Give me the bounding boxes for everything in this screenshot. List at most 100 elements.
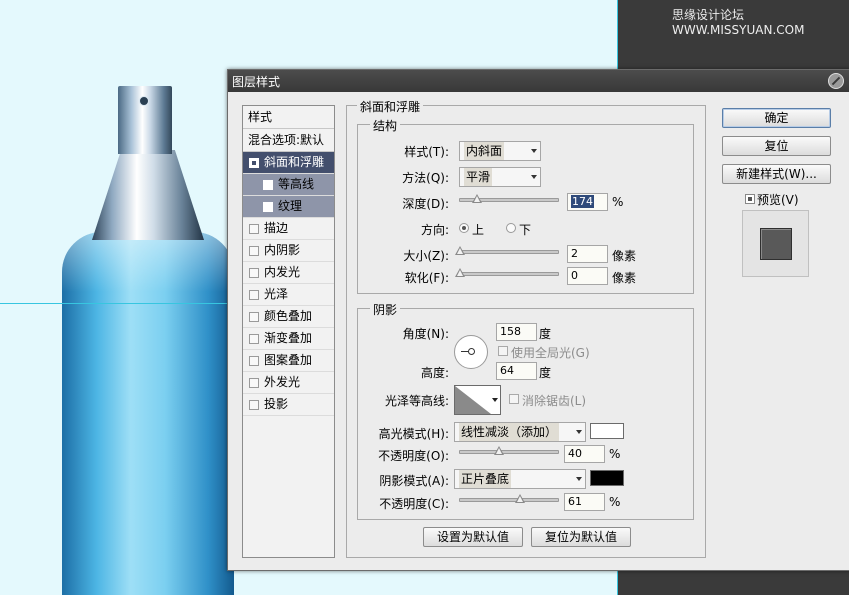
shadow-opacity-input[interactable]: 61 — [564, 493, 605, 511]
style-item-label: 投影 — [264, 397, 289, 411]
highlight-mode-dropdown[interactable]: 线性减淡（添加） — [454, 422, 586, 442]
soften-label: 软化(F): — [404, 271, 449, 285]
checkbox-icon[interactable] — [249, 312, 259, 322]
direction-label: 方向: — [420, 223, 449, 237]
anti-aliased-checkbox[interactable] — [509, 394, 519, 404]
degree-unit: 度 — [539, 327, 552, 341]
shading-group: 阴影 角度(N): 158 度 使用全局光(G) 高度: 64 度 光泽等高线:… — [357, 301, 694, 520]
checkbox-icon[interactable] — [249, 268, 259, 278]
checkbox-icon[interactable] — [249, 400, 259, 410]
depth-slider[interactable] — [459, 194, 559, 203]
gloss-contour-picker[interactable] — [454, 385, 492, 415]
checkbox-icon[interactable] — [249, 378, 259, 388]
global-light-checkbox[interactable] — [498, 346, 508, 356]
style-item-contour[interactable]: 等高线 — [243, 174, 334, 196]
new-style-button[interactable]: 新建样式(W)... — [722, 164, 831, 184]
style-item-label: 光泽 — [264, 287, 289, 301]
percent-unit: % — [609, 447, 621, 461]
checkbox-icon[interactable] — [249, 356, 259, 366]
slider-knob[interactable] — [455, 268, 465, 277]
style-item-gradient-overlay[interactable]: 渐变叠加 — [243, 328, 334, 350]
chevron-down-icon — [576, 477, 582, 481]
chevron-down-icon — [576, 430, 582, 434]
checkbox-icon[interactable] — [249, 334, 259, 344]
shading-title: 阴影 — [370, 301, 401, 318]
soften-input[interactable]: 0 — [567, 267, 608, 285]
direction-down-radio[interactable] — [506, 223, 516, 233]
style-item-bevel-emboss[interactable]: 斜面和浮雕 — [243, 152, 334, 174]
close-icon[interactable] — [828, 73, 844, 89]
styles-header[interactable]: 样式 — [243, 106, 334, 129]
slider-knob[interactable] — [455, 246, 465, 255]
degree-unit: 度 — [539, 366, 552, 380]
pixels-unit: 像素 — [612, 249, 637, 263]
style-label: 样式(T): — [404, 145, 449, 159]
style-item-label: 内阴影 — [264, 243, 301, 257]
style-item-stroke[interactable]: 描边 — [243, 218, 334, 240]
dialog-titlebar[interactable]: 图层样式 — [228, 70, 849, 92]
angle-label: 角度(N): — [402, 327, 449, 341]
style-item-inner-glow[interactable]: 内发光 — [243, 262, 334, 284]
size-slider[interactable] — [455, 246, 559, 255]
altitude-label: 高度: — [420, 366, 449, 380]
percent-unit: % — [612, 195, 624, 209]
style-item-satin[interactable]: 光泽 — [243, 284, 334, 306]
highlight-opacity-input[interactable]: 40 — [564, 445, 605, 463]
shadow-opacity-label: 不透明度(C): — [379, 497, 449, 511]
checkbox-icon[interactable] — [263, 202, 273, 212]
depth-input[interactable]: 174 — [567, 193, 608, 211]
slider-knob[interactable] — [471, 194, 482, 203]
style-item-label: 描边 — [264, 221, 289, 235]
style-dropdown[interactable]: 内斜面 — [459, 141, 541, 161]
checkbox-icon[interactable] — [249, 224, 259, 234]
size-input[interactable]: 2 — [567, 245, 608, 263]
shadow-color-swatch[interactable] — [590, 470, 624, 486]
style-item-label: 颜色叠加 — [264, 309, 313, 323]
slider-knob[interactable] — [494, 446, 505, 455]
size-label: 大小(Z): — [403, 249, 449, 263]
soften-slider[interactable] — [455, 268, 559, 277]
shadow-opacity-slider[interactable] — [459, 494, 559, 503]
checkbox-icon[interactable] — [249, 158, 259, 168]
angle-dot — [468, 348, 475, 355]
highlight-opacity-slider[interactable] — [459, 446, 559, 455]
blend-options-item[interactable]: 混合选项:默认 — [243, 129, 334, 152]
pixels-unit: 像素 — [612, 271, 637, 285]
slider-knob[interactable] — [514, 494, 525, 503]
make-default-button[interactable]: 设置为默认值 — [423, 527, 523, 547]
style-item-pattern-overlay[interactable]: 图案叠加 — [243, 350, 334, 372]
checkbox-icon[interactable] — [249, 290, 259, 300]
style-item-label: 渐变叠加 — [264, 331, 313, 345]
style-item-drop-shadow[interactable]: 投影 — [243, 394, 334, 416]
altitude-input[interactable]: 64 — [496, 362, 537, 380]
watermark: 思缘设计论坛 WWW.MISSYUAN.COM — [672, 8, 805, 37]
angle-input[interactable]: 158 — [496, 323, 537, 341]
style-item-label: 等高线 — [278, 177, 315, 191]
preview-checkbox[interactable] — [745, 194, 755, 204]
style-item-color-overlay[interactable]: 颜色叠加 — [243, 306, 334, 328]
highlight-color-swatch[interactable] — [590, 423, 624, 439]
style-item-inner-shadow[interactable]: 内阴影 — [243, 240, 334, 262]
structure-group: 结构 样式(T): 内斜面 方法(Q): 平滑 深度(D): 174 % 方向:… — [357, 117, 694, 294]
style-item-label: 斜面和浮雕 — [264, 155, 325, 169]
style-item-label: 纹理 — [278, 199, 303, 213]
contour-curve-icon — [455, 386, 491, 414]
technique-label: 方法(Q): — [402, 171, 449, 185]
shadow-mode-dropdown[interactable]: 正片叠底 — [454, 469, 586, 489]
technique-dropdown[interactable]: 平滑 — [459, 167, 541, 187]
direction-up-radio[interactable] — [459, 223, 469, 233]
depth-label: 深度(D): — [402, 197, 449, 211]
checkbox-icon[interactable] — [263, 180, 273, 190]
style-item-outer-glow[interactable]: 外发光 — [243, 372, 334, 394]
style-item-texture[interactable]: 纹理 — [243, 196, 334, 218]
chevron-down-icon — [531, 149, 537, 153]
reset-default-button[interactable]: 复位为默认值 — [531, 527, 631, 547]
reset-button[interactable]: 复位 — [722, 136, 831, 156]
ok-button[interactable]: 确定 — [722, 108, 831, 128]
style-dropdown-value: 内斜面 — [464, 142, 505, 160]
chevron-down-icon — [531, 175, 537, 179]
shadow-mode-value: 正片叠底 — [459, 470, 512, 488]
checkbox-icon[interactable] — [249, 246, 259, 256]
contour-dropdown-arrow[interactable] — [491, 385, 501, 415]
angle-dial[interactable] — [454, 335, 488, 369]
